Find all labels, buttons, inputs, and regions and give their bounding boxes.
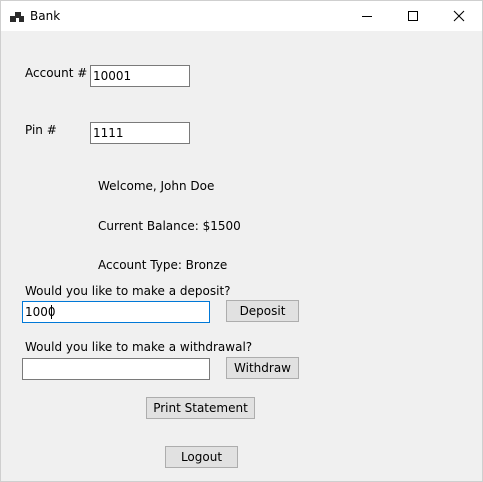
print-statement-button[interactable]: Print Statement: [146, 397, 255, 419]
close-icon: [453, 10, 465, 22]
text-caret: [51, 305, 52, 319]
minimize-button[interactable]: [344, 1, 390, 31]
account-label: Account #: [25, 66, 88, 80]
maximize-button[interactable]: [390, 1, 436, 31]
withdraw-button[interactable]: Withdraw: [226, 357, 299, 379]
deposit-button[interactable]: Deposit: [226, 300, 299, 322]
deposit-prompt: Would you like to make a deposit?: [25, 284, 231, 298]
logout-button[interactable]: Logout: [165, 446, 238, 468]
pin-label: Pin #: [25, 123, 57, 137]
window-title: Bank: [30, 9, 61, 23]
maximize-icon: [408, 11, 418, 21]
account-type-text: Account Type: Bronze: [98, 258, 228, 272]
welcome-text: Welcome, John Doe: [98, 179, 215, 193]
minimize-icon: [362, 16, 372, 17]
withdraw-amount-input[interactable]: [22, 358, 210, 380]
pin-input[interactable]: [90, 122, 190, 144]
title-bar[interactable]: Bank: [1, 1, 482, 31]
withdraw-prompt: Would you like to make a withdrawal?: [25, 340, 253, 354]
bank-window: Bank Account # Pin # Welcome, John Doe C…: [0, 0, 483, 482]
close-button[interactable]: [436, 1, 482, 31]
balance-text: Current Balance: $1500: [98, 219, 241, 233]
bank-app-icon: [10, 9, 24, 22]
account-number-input[interactable]: [90, 65, 190, 87]
